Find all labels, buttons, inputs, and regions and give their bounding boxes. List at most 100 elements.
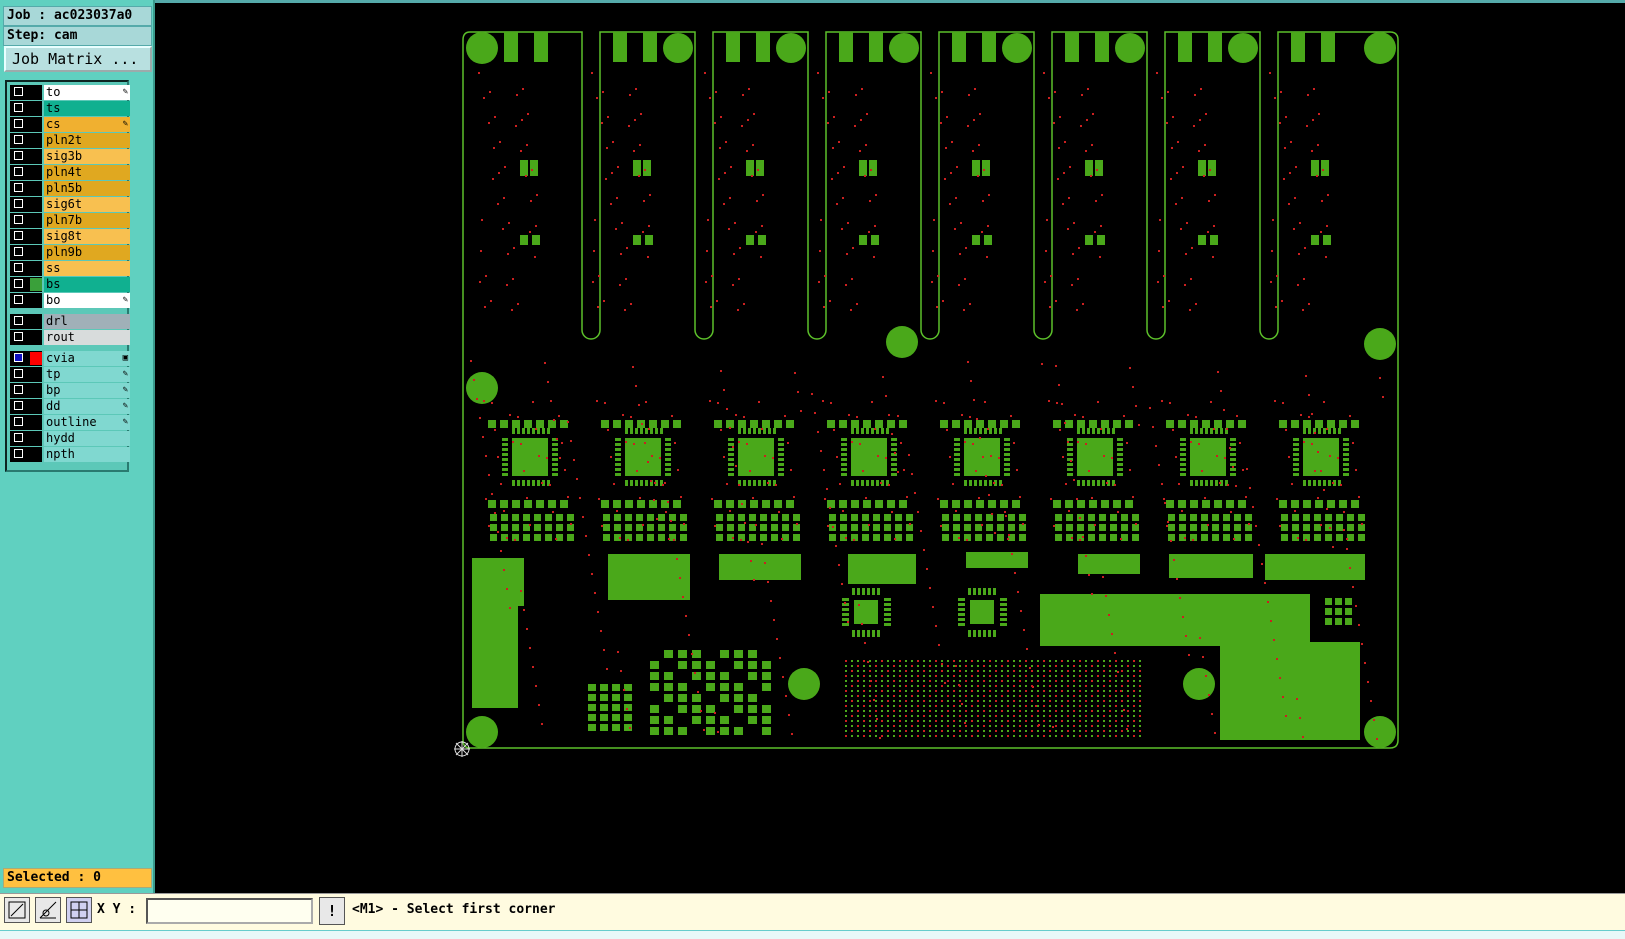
layer-checkbox[interactable] — [14, 295, 23, 304]
smd-pad — [664, 694, 673, 702]
layer-row-tp[interactable]: tp ✎ — [10, 367, 130, 382]
layer-checkbox[interactable] — [14, 119, 23, 128]
layer-checkbox[interactable] — [14, 87, 23, 96]
drill-hit — [513, 247, 515, 249]
layer-checkbox[interactable] — [14, 167, 23, 176]
drill-hit — [844, 602, 846, 604]
drill-hit — [1172, 116, 1174, 118]
layer-checkbox[interactable] — [14, 279, 23, 288]
pin-pad — [974, 428, 977, 434]
job-matrix-button[interactable]: Job Matrix ... — [4, 46, 152, 72]
layer-row-pln9b[interactable]: pln9b — [10, 245, 130, 260]
layer-row-ss[interactable]: ss — [10, 261, 130, 276]
smd-pad — [1347, 514, 1354, 521]
layer-checkbox[interactable] — [14, 417, 23, 426]
layer-checkbox[interactable] — [14, 316, 23, 325]
smd-pad — [545, 524, 552, 531]
layer-row-bs[interactable]: bs — [10, 277, 130, 292]
bga-ball — [881, 730, 883, 732]
layer-checkbox[interactable] — [14, 433, 23, 442]
pin-pad — [1343, 453, 1349, 456]
bga-ball — [899, 705, 901, 707]
drill-hit — [1193, 125, 1195, 127]
bga-ball — [1115, 680, 1117, 682]
bga-ball — [1115, 705, 1117, 707]
layer-row-pln5b[interactable]: pln5b — [10, 181, 130, 196]
layer-checkbox[interactable] — [14, 385, 23, 394]
drill-hit — [972, 443, 974, 445]
layer-checkbox[interactable] — [14, 449, 23, 458]
drill-hit — [1166, 122, 1168, 124]
exclamation-button[interactable]: ! — [319, 897, 345, 925]
layer-row-cs[interactable]: cs ✎ — [10, 117, 130, 132]
layer-row-drl[interactable]: drl — [10, 314, 130, 329]
layer-checkbox[interactable] — [14, 247, 23, 256]
drill-hit — [1239, 442, 1241, 444]
smd-pad — [1234, 514, 1241, 521]
layer-row-sig6t[interactable]: sig6t — [10, 197, 130, 212]
bga-ball — [959, 700, 961, 702]
drill-hit — [491, 402, 493, 404]
bga-ball — [1055, 730, 1057, 732]
layer-checkbox[interactable] — [14, 103, 23, 112]
layer-row-pln4t[interactable]: pln4t — [10, 165, 130, 180]
layer-checkbox[interactable] — [14, 215, 23, 224]
bga-ball — [1121, 710, 1123, 712]
bga-ball — [887, 720, 889, 722]
bga-ball — [965, 680, 967, 682]
drill-hit — [1014, 572, 1016, 574]
layer-row-dd[interactable]: dd ✎ — [10, 399, 130, 414]
layer-row-outline[interactable]: outline ✎ — [10, 415, 130, 430]
layer-row-rout[interactable]: rout — [10, 330, 130, 345]
drill-hit — [529, 231, 531, 233]
measure-icon[interactable] — [35, 897, 61, 923]
layer-checkbox[interactable] — [14, 369, 23, 378]
layer-row-cvia[interactable]: cvia ▣ — [10, 351, 130, 366]
layer-row-bp[interactable]: bp ✎ — [10, 383, 130, 398]
layer-checkbox[interactable] — [14, 183, 23, 192]
layer-checkbox[interactable] — [14, 332, 23, 341]
bga-ball — [1103, 720, 1105, 722]
drill-hit — [506, 284, 508, 286]
layer-row-sig3b[interactable]: sig3b — [10, 149, 130, 164]
layer-checkbox[interactable] — [14, 199, 23, 208]
drill-hit — [877, 455, 879, 457]
layer-row-hydd[interactable]: hydd — [10, 431, 130, 446]
layer-checkbox[interactable] — [14, 151, 23, 160]
drill-hit — [1114, 652, 1116, 654]
layer-row-ts[interactable]: ts — [10, 101, 130, 116]
pcb-canvas[interactable] — [155, 0, 1625, 893]
drill-hit — [903, 469, 905, 471]
bga-ball — [1079, 680, 1081, 682]
bga-ball — [947, 685, 949, 687]
smd-pad — [756, 160, 764, 168]
layer-checkbox[interactable] — [14, 263, 23, 272]
drill-hit — [1019, 496, 1021, 498]
grid-snap-icon[interactable] — [66, 897, 92, 923]
pin-pad — [886, 428, 889, 434]
layer-row-pln7b[interactable]: pln7b — [10, 213, 130, 228]
drill-hit — [1191, 247, 1193, 249]
bga-ball — [941, 735, 943, 737]
smd-pad — [859, 235, 867, 245]
drill-hit — [753, 579, 755, 581]
drill-hit — [824, 498, 826, 500]
bga-ball — [977, 725, 979, 727]
layer-row-npth[interactable]: npth — [10, 447, 130, 462]
drill-hit — [1279, 677, 1281, 679]
xy-input[interactable] — [146, 898, 313, 924]
layer-checkbox[interactable] — [14, 135, 23, 144]
layer-checkbox[interactable] — [14, 353, 23, 362]
layer-checkbox[interactable] — [14, 231, 23, 240]
layer-row-to[interactable]: to ✎ — [10, 85, 130, 100]
layer-row-pln2t[interactable]: pln2t — [10, 133, 130, 148]
smd-pad — [678, 694, 687, 702]
drill-hit — [481, 219, 483, 221]
copper-pour — [608, 554, 690, 600]
layer-row-bo[interactable]: bo ✎ — [10, 293, 130, 308]
layer-checkbox[interactable] — [14, 401, 23, 410]
smd-pad — [1303, 514, 1310, 521]
layer-row-sig8t[interactable]: sig8t — [10, 229, 130, 244]
smd-pad — [862, 534, 869, 541]
zoom-fit-icon[interactable] — [4, 897, 30, 923]
